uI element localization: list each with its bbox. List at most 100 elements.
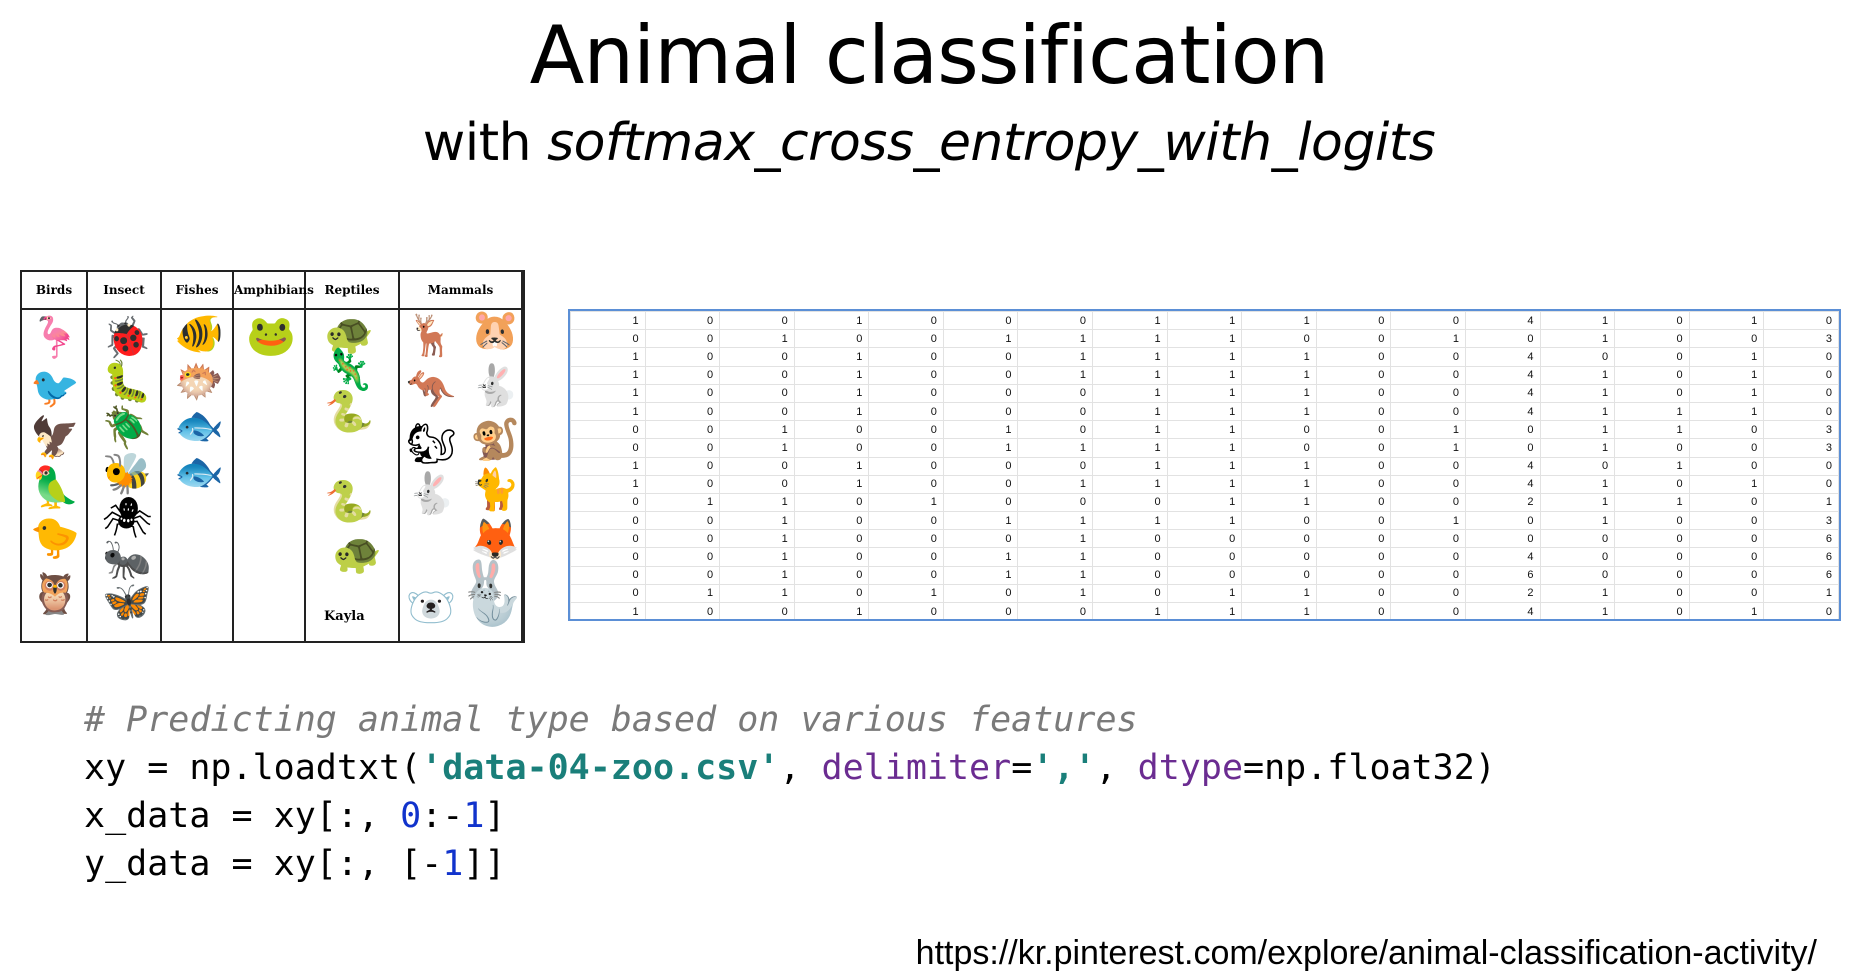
pufferfish-icon: 🐡	[174, 359, 224, 405]
table-cell: 1	[1688, 311, 1765, 331]
spider-icon: 🕷	[102, 495, 153, 541]
table-cell: 0	[570, 583, 646, 604]
table-cell: 0	[942, 347, 1019, 367]
table-cell: 1	[570, 383, 646, 403]
source-url[interactable]: https://kr.pinterest.com/explore/animal-…	[916, 932, 1817, 974]
table-cell: 0	[1315, 492, 1392, 513]
caterpillar-icon: 🐛	[102, 359, 152, 405]
table-cell: 0	[868, 511, 944, 531]
table-cell: 0	[1017, 420, 1094, 440]
frog-icon: 🐸	[246, 313, 296, 359]
table-cell: 0	[1688, 565, 1765, 585]
table-cell: 0	[1315, 456, 1392, 476]
table-cell: 0	[1614, 365, 1690, 385]
table-cell: 0	[1315, 474, 1392, 494]
code-text: ]	[484, 796, 506, 836]
table-cell: 0	[1390, 474, 1466, 494]
table-cell: 1	[644, 583, 721, 604]
table-cell: 0	[942, 529, 1019, 549]
table-cell: 0	[1614, 474, 1690, 494]
table-cell: 1	[719, 420, 795, 440]
table-cell: 0	[1092, 492, 1168, 513]
hare-icon: 🐇	[406, 471, 456, 517]
deer-icon: 🦌	[406, 313, 456, 359]
table-cell: 0	[1315, 383, 1392, 403]
table-cell: 0	[942, 311, 1019, 331]
table-cell: 1	[1539, 329, 1616, 349]
seal-icon: 🦭	[470, 585, 520, 631]
table-cell: 0	[793, 329, 870, 349]
table-cell: 0	[719, 311, 795, 331]
code-comment: # Predicting animal type based on variou…	[84, 700, 1138, 740]
table-cell: 0	[868, 365, 944, 385]
code-line-y-data: y_data = xy[:, [-1]]	[84, 840, 1496, 888]
table-cell: 0	[1315, 420, 1392, 440]
table-cell: 0	[1166, 565, 1243, 585]
table-cell: 1	[1092, 438, 1168, 458]
table-cell: 0	[1688, 511, 1765, 531]
table-cell: 1	[1614, 492, 1690, 513]
table-cell: 0	[719, 474, 795, 494]
table-cell: 0	[942, 601, 1019, 619]
table-row: 10010001110040100	[570, 456, 1839, 476]
table-cell: 1	[644, 492, 721, 513]
table-cell: 6	[1763, 529, 1839, 549]
table-cell: 1	[868, 492, 944, 513]
table-row: 00100111100101003	[570, 329, 1839, 349]
code-text: =	[1011, 748, 1033, 788]
column-header-fishes: Fishes	[162, 272, 232, 310]
table-cell: 0	[868, 474, 944, 494]
table-cell: 0	[1017, 456, 1094, 476]
table-cell: 0	[1614, 347, 1690, 367]
table-cell: 0	[1241, 420, 1317, 440]
table-cell: 1	[1614, 401, 1690, 422]
butterfly-icon: 🦋	[102, 579, 152, 625]
table-cell: 1	[1166, 401, 1243, 422]
table-cell: 1	[719, 492, 795, 513]
table-cell: 0	[1763, 347, 1839, 367]
table-row: 10010001110041010	[570, 383, 1839, 403]
table-cell: 0	[868, 347, 944, 367]
table-cell: 0	[570, 511, 646, 531]
flamingo-icon: 🦩	[30, 315, 80, 361]
fox-icon: 🦊	[470, 517, 520, 563]
table-cell: 0	[644, 420, 721, 440]
table-cell: 0	[793, 565, 870, 585]
table-cell: 1	[1166, 474, 1243, 494]
code-number: 1	[442, 844, 464, 884]
table-cell: 3	[1763, 329, 1839, 349]
table-cell: 0	[644, 529, 721, 549]
code-text: x_data = xy[:,	[84, 796, 401, 836]
table-cell: 4	[1464, 547, 1541, 567]
table-cell: 0	[644, 329, 721, 349]
table-cell: 1	[570, 474, 646, 494]
table-cell: 1	[793, 347, 870, 367]
table-cell: 0	[644, 547, 721, 567]
table-row: 10010001110041010	[570, 311, 1839, 331]
table-cell: 0	[1614, 583, 1690, 604]
table-cell: 0	[1092, 529, 1168, 549]
table-cell: 1	[1166, 329, 1243, 349]
table-cell: 0	[1464, 511, 1541, 531]
table-cell: 0	[1763, 601, 1839, 619]
table-cell: 1	[1539, 365, 1616, 385]
table-cell: 0	[1390, 547, 1466, 567]
table-cell: 0	[1315, 438, 1392, 458]
table-cell: 0	[1614, 529, 1690, 549]
table-cell: 0	[1688, 583, 1765, 604]
table-cell: 0	[793, 438, 870, 458]
table-cell: 0	[1614, 438, 1690, 458]
table-cell: 0	[1464, 529, 1541, 549]
table-cell: 4	[1464, 601, 1541, 619]
bee-icon: 🐝	[102, 451, 152, 497]
table-cell: 0	[1017, 492, 1094, 513]
table-cell: 0	[1241, 547, 1317, 567]
table-cell: 1	[570, 365, 646, 385]
table-cell: 0	[570, 547, 646, 567]
table-cell: 1	[793, 383, 870, 403]
table-cell: 0	[1390, 492, 1466, 513]
table-cell: 1	[1241, 365, 1317, 385]
table-cell: 1	[793, 401, 870, 422]
code-text: :-	[421, 796, 464, 836]
subtitle-function-name: softmax_cross_entropy_with_logits	[547, 113, 1436, 173]
